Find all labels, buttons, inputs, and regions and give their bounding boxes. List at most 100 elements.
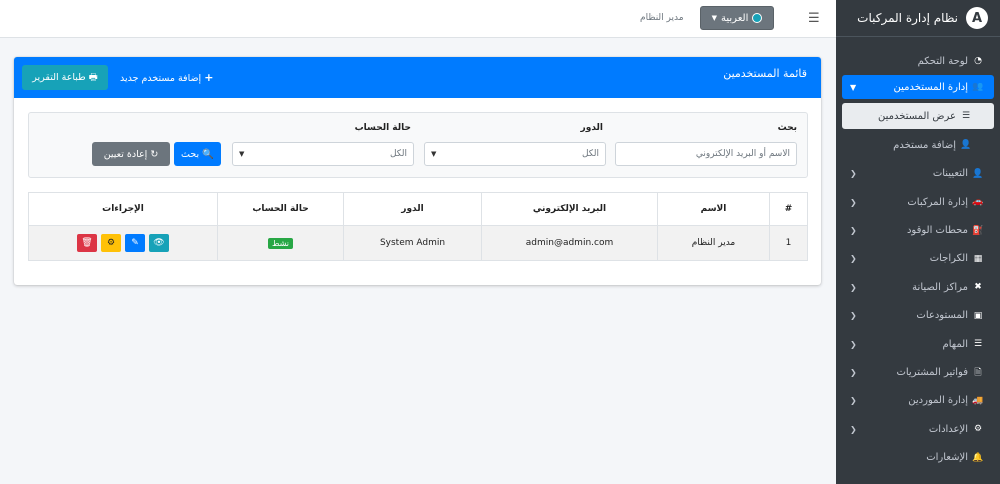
search-input[interactable]: الاسم أو البريد الإلكتروني [615, 142, 797, 166]
sidebar-item-maintenance-centers[interactable]: ✖ مراكز الصيانة ❮ [842, 273, 994, 301]
col-number: # [769, 192, 808, 226]
role-select[interactable]: الكل ▼ [424, 142, 606, 166]
add-user-label: إضافة مستخدم جديد [120, 73, 202, 84]
print-report-label: طباعة التقرير [32, 72, 86, 83]
refresh-icon: ↻ [150, 148, 159, 160]
chevron-left-icon: ❮ [850, 424, 857, 434]
col-actions: الإجراءات [28, 192, 218, 226]
sidebar-item-label: إدارة المستخدمين [893, 81, 969, 93]
sidebar-item-dashboard[interactable]: ◔ لوحة التحكم [842, 47, 994, 75]
sidebar-item-settings[interactable]: ⚙ الإعدادات ❮ [842, 415, 994, 443]
sidebar-item-label: إدارة المركبات [907, 196, 968, 208]
sidebar: A نظام إدارة المركبات ◔ لوحة التحكم 👥 إدار… [836, 0, 1000, 484]
chevron-left-icon: ❮ [850, 169, 857, 179]
brand[interactable]: A نظام إدارة المركبات [836, 0, 1000, 37]
language-label: العربية [721, 12, 749, 24]
sidebar-item-users[interactable]: 👥 إدارة المستخدمين ▼ [842, 75, 994, 100]
sidebar-item-label: المهام [942, 338, 968, 350]
gear-icon: ⚙ [973, 424, 983, 435]
chevron-down-icon: ▼ [850, 82, 857, 92]
sidebar-item-label: الإعدادات [928, 423, 968, 435]
sidebar-item-add-user[interactable]: 👤 إضافة مستخدم [842, 131, 994, 159]
sidebar-item-label: لوحة التحكم [917, 55, 968, 67]
sidebar-item-fuel-stations[interactable]: ⛽ محطات الوقود ❮ [842, 217, 994, 245]
sidebar-item-warehouses[interactable]: ▣ المستودعات ❮ [842, 302, 994, 330]
col-status: حالة الحساب [217, 192, 344, 226]
sidebar-item-purchase-invoices[interactable]: 🗎 فواتير المشتريات ❮ [842, 359, 994, 387]
sidebar-item-tasks[interactable]: ☰ المهام ❮ [842, 330, 994, 358]
gas-pump-icon: ⛽ [972, 225, 984, 236]
chevron-left-icon: ❮ [850, 339, 857, 349]
tools-icon: ✖ [974, 282, 982, 293]
user-cog-icon[interactable]: ⚙ [101, 234, 121, 252]
chevron-left-icon: ❮ [850, 226, 857, 236]
cell-number: 1 [769, 225, 808, 261]
chevron-left-icon: ❮ [850, 282, 857, 292]
search-label: بحث [777, 123, 797, 133]
card-header: قائمة المستخدمين إضافة مستخدم جديد + طبا… [14, 57, 821, 98]
status-badge: نشط [268, 237, 293, 249]
user-icon: 👤 [972, 168, 984, 179]
current-user-name[interactable]: مدير النظام [640, 13, 684, 23]
chevron-left-icon: ❮ [850, 197, 857, 207]
search-button[interactable]: بحث 🔍 [174, 142, 221, 166]
caret-down-icon: ▼ [711, 14, 718, 22]
eye-icon[interactable]: 👁 [149, 234, 169, 252]
sidebar-item-label: إدارة الموردين [908, 395, 968, 407]
status-label: حالة الحساب [354, 123, 411, 133]
sidebar-item-label: التعيينات [932, 168, 968, 180]
sidebar-item-label: المستودعات [916, 310, 968, 322]
invoice-icon: 🗎 [974, 367, 982, 378]
sidebar-item-vehicles[interactable]: 🚗 إدارة المركبات ❮ [842, 188, 994, 216]
search-icon: 🔍 [202, 148, 214, 160]
users-list-card: قائمة المستخدمين إضافة مستخدم جديد + طبا… [14, 57, 821, 285]
cell-status: نشط [217, 225, 344, 261]
users-icon: 👥 [972, 82, 984, 93]
boxes-icon: ▣ [973, 310, 983, 321]
cell-role: System Admin [343, 225, 482, 261]
warehouse-icon: ▦ [973, 253, 983, 264]
status-select[interactable]: الكل ▼ [232, 142, 414, 166]
sidebar-item-view-users[interactable]: ☰ عرض المستخدمين [842, 103, 994, 130]
reset-button[interactable]: إعادة تعيين ↻ [92, 142, 170, 166]
sidebar-item-label: الإشعارات [926, 452, 968, 464]
dashboard-icon: ◔ [974, 56, 982, 66]
chevron-down-icon: ▼ [239, 150, 245, 158]
brand-logo: A [966, 7, 988, 29]
table-row: 1 مدير النظام admin@admin.com System Adm… [28, 225, 808, 261]
add-user-button[interactable]: إضافة مستخدم جديد + [120, 71, 213, 84]
tasks-icon: ☰ [973, 339, 983, 350]
bell-icon: 🔔 [972, 452, 984, 463]
chevron-left-icon: ❮ [850, 368, 857, 378]
sidebar-item-garages[interactable]: ▦ الكراجات ❮ [842, 245, 994, 273]
language-dropdown-button[interactable]: ▼ العربية [700, 6, 774, 30]
list-icon: ☰ [961, 111, 971, 122]
sidebar-nav: ◔ لوحة التحكم 👥 إدارة المستخدمين ▼ ☰ عرض ال… [836, 37, 1000, 478]
cell-email: admin@admin.com [481, 225, 658, 261]
car-icon: 🚗 [972, 197, 984, 208]
user-plus-icon: 👤 [960, 140, 972, 151]
reset-button-label: إعادة تعيين [103, 148, 148, 160]
search-placeholder: الاسم أو البريد الإلكتروني [695, 149, 790, 159]
sidebar-item-assignments[interactable]: 👤 التعيينات ❮ [842, 160, 994, 188]
top-navbar: ☰ ▼ العربية مدير النظام [0, 0, 836, 38]
printer-icon: 🖶 [88, 71, 98, 83]
sidebar-item-notifications[interactable]: 🔔 الإشعارات [842, 444, 994, 472]
users-table: # الاسم البريد الإلكتروني الدور حالة الح… [28, 192, 808, 261]
search-button-label: بحث [181, 148, 200, 160]
sidebar-item-suppliers[interactable]: 🚚 إدارة الموردين ❮ [842, 387, 994, 415]
print-report-button[interactable]: طباعة التقرير 🖶 [22, 65, 108, 90]
menu-toggle-icon[interactable]: ☰ [808, 11, 820, 26]
cell-actions: 🗑 ⚙ ✎ 👁 [28, 225, 218, 261]
col-email: البريد الإلكتروني [481, 192, 658, 226]
edit-icon[interactable]: ✎ [125, 234, 145, 252]
cell-name: مدير النظام [657, 225, 770, 261]
col-role: الدور [343, 192, 482, 226]
chevron-left-icon: ❮ [850, 311, 857, 321]
chevron-left-icon: ❮ [850, 396, 857, 406]
sidebar-item-label: فواتير المشتريات [896, 367, 968, 379]
col-name: الاسم [657, 192, 770, 226]
role-select-value: الكل [581, 149, 599, 159]
delete-icon[interactable]: 🗑 [77, 234, 97, 252]
brand-title: نظام إدارة المركبات [857, 11, 958, 25]
